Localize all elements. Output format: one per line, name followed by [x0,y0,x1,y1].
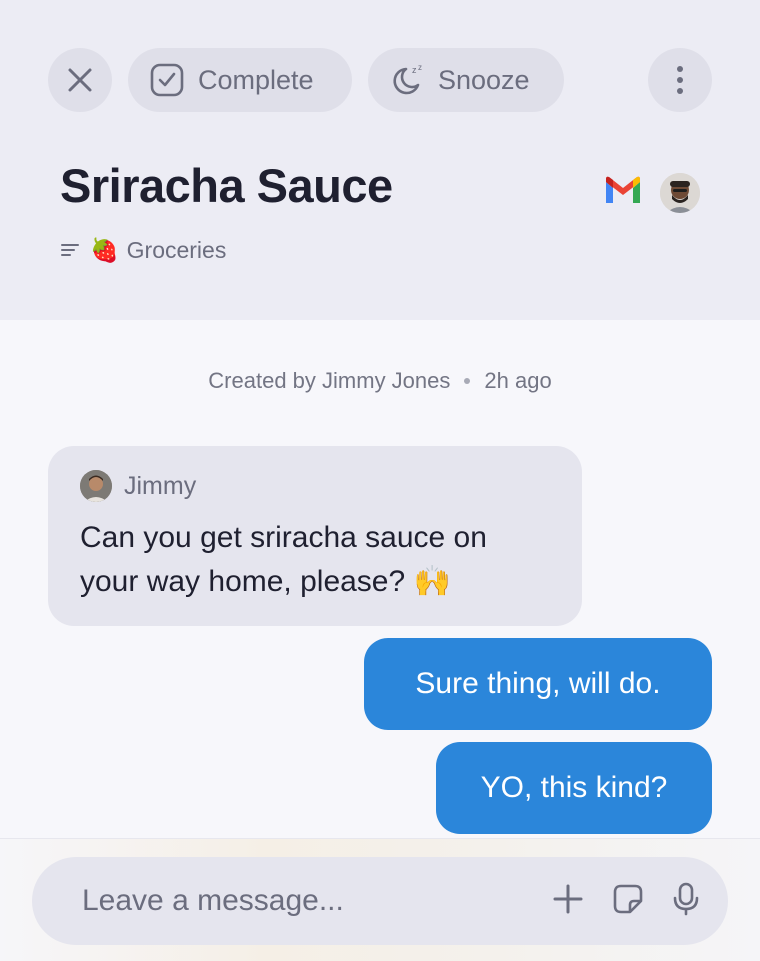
more-options-button[interactable] [648,48,712,112]
outgoing-message: YO, this kind? [436,742,712,834]
complete-label: Complete [198,64,314,95]
message-text: Can you get sriracha sauce on your way h… [80,521,487,598]
snooze-button[interactable]: zz Snooze [368,48,564,112]
close-icon [66,66,94,94]
strawberry-emoji: 🍓 [90,236,119,263]
gmail-icon[interactable] [604,176,642,211]
task-list[interactable]: 🍓 Groceries [60,234,226,266]
close-button[interactable] [48,48,112,112]
sender-name: Jimmy [124,471,197,500]
task-title: Sriracha Sauce [60,159,393,212]
message-sender: Jimmy [80,470,550,502]
snooze-label: Snooze [438,64,530,95]
message-input[interactable] [80,883,524,919]
more-vertical-icon [676,65,684,95]
sender-avatar [80,470,112,502]
assignee-avatar[interactable] [660,173,700,213]
plus-icon [552,883,584,920]
sticker-button[interactable] [610,883,646,919]
outgoing-message: Sure thing, will do. [364,638,712,730]
created-info: Created by Jimmy Jones 2h ago [0,368,760,394]
sticker-icon [612,883,644,920]
complete-button[interactable]: Complete [128,48,352,112]
moon-zzz-icon: zz [390,63,426,97]
add-attachment-button[interactable] [550,883,586,919]
list-name: Groceries [126,236,227,263]
check-square-icon [150,63,184,97]
list-lines-icon [60,237,80,264]
incoming-message: Jimmy Can you get sriracha sauce on your… [48,446,582,626]
task-header: Complete zz Snooze Sriracha Sauce 🍓 Groc… [0,0,760,320]
separator-dot [464,377,471,384]
created-time: 2h ago [484,368,552,393]
voice-message-button[interactable] [668,882,704,921]
svg-text:z: z [418,63,422,72]
microphone-icon [671,882,701,921]
composer-bar [0,838,760,961]
svg-text:z: z [412,65,417,75]
message-composer [32,857,728,945]
created-by: Created by Jimmy Jones [208,368,451,393]
